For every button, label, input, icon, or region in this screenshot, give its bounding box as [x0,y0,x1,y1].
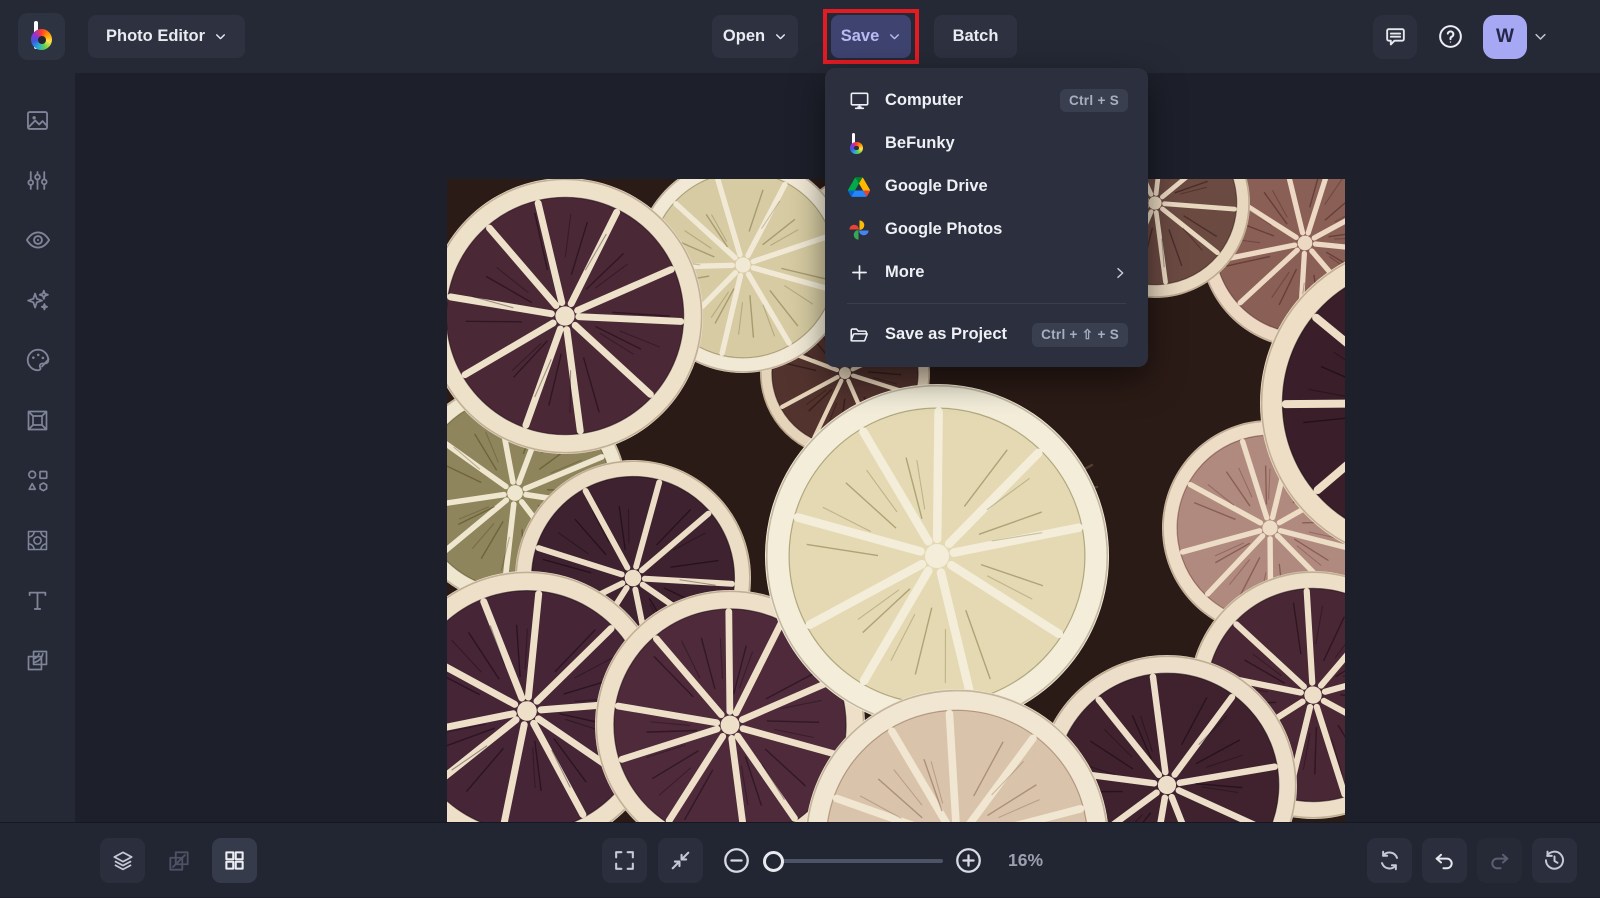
undo-button[interactable] [1422,838,1467,883]
menu-item-save-as-project[interactable]: Save as Project Ctrl + ⇧ + S [825,313,1148,356]
batch-button-label: Batch [953,27,999,46]
feedback-button[interactable] [1373,15,1417,59]
reset-button[interactable] [1367,838,1412,883]
zoom-slider-track[interactable] [767,859,943,863]
zoom-slider-handle[interactable] [763,851,784,872]
chevron-down-icon [888,30,901,43]
avatar[interactable]: W [1483,15,1527,59]
menu-item-label: BeFunky [885,134,1128,153]
menu-item-label: Google Photos [885,220,1128,239]
tools-sidebar [0,73,75,822]
fit-to-screen-button[interactable] [658,838,703,883]
sidebar-item-image-manager[interactable] [0,90,75,150]
google-photos-icon [847,218,871,242]
redo-icon [1487,848,1512,873]
google-drive-icon [847,175,871,199]
sidebar-item-touch-up[interactable] [0,210,75,270]
fullscreen-icon [612,848,637,873]
save-button-label: Save [841,27,880,46]
grid-icon [222,848,247,873]
open-button[interactable]: Open [712,15,798,58]
sidebar-item-frames[interactable] [0,390,75,450]
texture-icon [24,527,51,554]
shortcut-badge: Ctrl + S [1060,89,1128,112]
layers-icon [110,848,136,874]
topbar-right-cluster: W [1373,0,1548,73]
history-button[interactable] [1532,838,1577,883]
zoom-out-button[interactable] [714,838,759,883]
shapes-icon [24,467,51,494]
palette-icon [24,346,52,374]
menu-item-computer[interactable]: Computer Ctrl + S [825,79,1148,122]
sidebar-item-textures[interactable] [0,510,75,570]
undo-icon [1432,848,1457,873]
menu-item-label: Computer [885,91,1060,110]
zoom-in-button[interactable] [946,838,991,883]
sparkles-icon [24,286,52,314]
batch-button[interactable]: Batch [934,15,1017,58]
menu-item-more[interactable]: More [825,251,1148,294]
bottombar: 16% [0,822,1600,897]
plus-icon [847,261,871,285]
save-button-annotation: Save [823,9,919,64]
minus-circle-icon [722,846,751,875]
reset-icon [1377,848,1402,873]
mode-selector-button[interactable]: Photo Editor [88,15,245,58]
befunky-logo[interactable] [18,13,65,60]
sidebar-item-effects[interactable] [0,270,75,330]
menu-divider [847,303,1126,304]
folder-icon [847,323,871,347]
fit-to-screen-icon [668,848,693,873]
chevron-down-icon[interactable] [1533,29,1548,44]
save-dropdown-menu: Computer Ctrl + S BeFunky Google Drive [825,68,1148,367]
avatar-initial: W [1496,26,1514,48]
sidebar-item-text[interactable] [0,570,75,630]
redo-button[interactable] [1477,838,1522,883]
befunky-icon [847,132,871,156]
history-icon [1542,848,1567,873]
sidebar-item-edit[interactable] [0,150,75,210]
menu-item-google-photos[interactable]: More Google Photos [825,208,1148,251]
chevron-right-icon [1112,265,1128,281]
canvas-resize-button[interactable] [156,838,201,883]
fullscreen-button[interactable] [602,838,647,883]
sidebar-item-overlays[interactable] [0,630,75,690]
plus-circle-icon [954,846,983,875]
resize-icon [166,848,192,874]
sliders-icon [24,167,51,194]
save-button[interactable]: Save [831,15,911,58]
overlays-icon [24,647,51,674]
layers-button[interactable] [100,838,145,883]
topbar: Photo Editor Open Save Batch [0,0,1600,73]
zoom-slider[interactable] [767,838,943,883]
menu-item-befunky[interactable]: BeFunky [825,122,1148,165]
eye-icon [24,226,52,254]
shortcut-badge: Ctrl + ⇧ + S [1032,323,1128,347]
help-icon [1437,23,1464,50]
chevron-down-icon [774,30,787,43]
templates-grid-button[interactable] [212,838,257,883]
menu-item-google-drive[interactable]: Google Drive [825,165,1148,208]
image-icon [24,107,51,134]
befunky-logo-wheel [31,29,52,50]
text-icon [24,587,51,614]
feedback-icon [1383,24,1408,49]
mode-selector-label: Photo Editor [106,27,205,46]
help-button[interactable] [1428,15,1472,59]
frame-icon [24,407,51,434]
sidebar-item-artsy[interactable] [0,330,75,390]
menu-item-label: Google Drive [885,177,1128,196]
zoom-level-label: 16% [1008,823,1043,898]
sidebar-item-graphics[interactable] [0,450,75,510]
chevron-down-icon [214,30,227,43]
open-button-label: Open [723,27,765,46]
menu-item-label: More [885,263,1112,282]
monitor-icon [847,89,871,113]
menu-item-label: Save as Project [885,325,1032,344]
